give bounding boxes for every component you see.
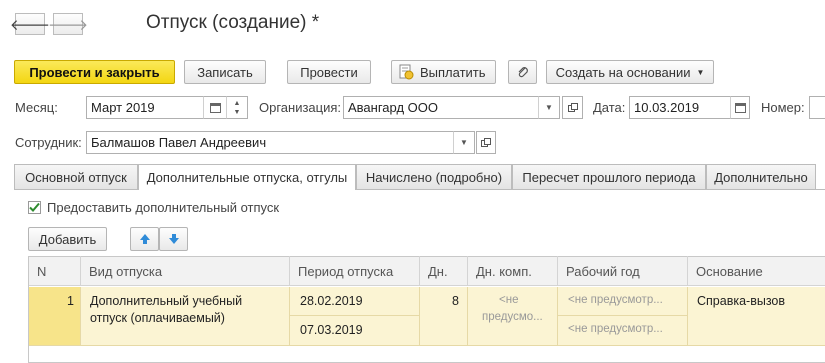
period-from: 28.02.2019 xyxy=(300,294,363,308)
date-field[interactable]: 10.03.2019 xyxy=(629,96,731,119)
create-based-label: Создать на основании xyxy=(555,64,691,80)
attach-button[interactable] xyxy=(508,60,537,84)
month-field[interactable]: Март 2019 xyxy=(86,96,204,119)
tab-accrued-detailed[interactable]: Начислено (подробно) xyxy=(356,164,512,189)
number-field[interactable] xyxy=(809,96,825,119)
add-button[interactable]: Добавить xyxy=(28,227,107,251)
column-header-days[interactable]: Дн. xyxy=(420,256,468,286)
column-header-n[interactable]: N xyxy=(29,256,81,286)
tab-additional-vacations[interactable]: Дополнительные отпуска, отгулы xyxy=(138,164,356,190)
pay-button[interactable]: Выплатить xyxy=(391,60,496,84)
post-button[interactable]: Провести xyxy=(287,60,371,84)
move-down-button[interactable] xyxy=(159,227,188,251)
stepper-down-icon: ▼ xyxy=(233,108,241,116)
employee-dropdown-button[interactable]: ▼ xyxy=(453,131,475,154)
page-title: Отпуск (создание) * xyxy=(146,12,320,33)
number-label: Номер: xyxy=(761,100,805,115)
date-calendar-button[interactable] xyxy=(730,96,750,119)
month-label: Месяц: xyxy=(15,100,58,115)
stepper-up-icon: ▲ xyxy=(233,99,241,107)
employee-open-button[interactable] xyxy=(476,131,496,154)
chevron-down-icon: ▼ xyxy=(545,103,553,112)
vacation-type-line2: отпуск (оплачиваемый) xyxy=(90,311,225,325)
tab-past-period-recalc[interactable]: Пересчет прошлого периода xyxy=(512,164,706,189)
arrow-right-icon: 🡒 xyxy=(47,16,89,34)
post-and-close-button[interactable]: Провести и закрыть xyxy=(14,60,175,84)
provide-additional-checkbox[interactable] xyxy=(28,201,41,214)
tab-strip-baseline xyxy=(14,189,825,190)
period-divider xyxy=(290,315,420,316)
calendar-icon xyxy=(209,102,221,113)
document-pay-icon xyxy=(398,64,414,80)
column-header-period[interactable]: Период отпуска xyxy=(290,256,420,286)
save-button[interactable]: Записать xyxy=(184,60,266,84)
work-year-2: <не предусмотр... xyxy=(568,323,663,335)
date-label: Дата: xyxy=(593,100,626,115)
chevron-down-icon: ▼ xyxy=(696,67,705,77)
create-based-on-button[interactable]: Создать на основании ▼ xyxy=(546,60,714,84)
basis-value: Справка-вызов xyxy=(697,294,786,308)
arrow-down-icon xyxy=(168,233,180,245)
organization-label: Организация: xyxy=(259,100,342,115)
days-cell[interactable] xyxy=(420,287,468,345)
move-up-button[interactable] xyxy=(130,227,159,251)
open-form-icon xyxy=(567,102,578,113)
work-year-divider xyxy=(558,315,688,316)
chevron-down-icon: ▼ xyxy=(460,138,468,147)
employee-label: Сотрудник: xyxy=(15,135,82,150)
open-form-icon xyxy=(481,137,491,148)
organization-field[interactable]: Авангард ООО xyxy=(343,96,539,119)
comp-days-line2: предусмо... xyxy=(482,311,543,323)
column-header-basis[interactable]: Основание xyxy=(688,256,825,286)
row-number: 1 xyxy=(67,294,74,308)
column-header-vacation-type[interactable]: Вид отпуска xyxy=(81,256,290,286)
arrow-left-icon: 🡐 xyxy=(9,16,51,34)
arrow-up-icon xyxy=(139,233,151,245)
employee-field[interactable]: Балмашов Павел Андреевич xyxy=(86,131,454,154)
calendar-icon xyxy=(734,102,746,113)
checkmark-icon xyxy=(29,201,40,214)
organization-open-button[interactable] xyxy=(562,96,583,119)
back-button[interactable]: 🡐 xyxy=(10,13,50,35)
tab-additional[interactable]: Дополнительно xyxy=(706,164,816,189)
pay-button-label: Выплатить xyxy=(420,64,486,80)
period-to: 07.03.2019 xyxy=(300,323,363,337)
work-year-1: <не предусмотр... xyxy=(568,294,663,306)
organization-dropdown-button[interactable]: ▼ xyxy=(538,96,560,119)
column-header-work-year[interactable]: Рабочий год xyxy=(558,256,688,286)
days-value: 8 xyxy=(452,294,459,308)
month-calendar-button[interactable] xyxy=(203,96,227,119)
forward-button[interactable]: 🡒 xyxy=(48,13,88,35)
provide-additional-label: Предоставить дополнительный отпуск xyxy=(47,200,280,215)
paperclip-icon xyxy=(516,65,530,79)
tab-main-vacation[interactable]: Основной отпуск xyxy=(14,164,138,189)
row-bottom-line xyxy=(29,345,825,346)
month-stepper[interactable]: ▲ ▼ xyxy=(226,96,248,119)
vacation-type-line1: Дополнительный учебный xyxy=(90,294,243,308)
column-header-comp-days[interactable]: Дн. комп. xyxy=(468,256,558,286)
comp-days-line1: <не xyxy=(499,294,519,306)
